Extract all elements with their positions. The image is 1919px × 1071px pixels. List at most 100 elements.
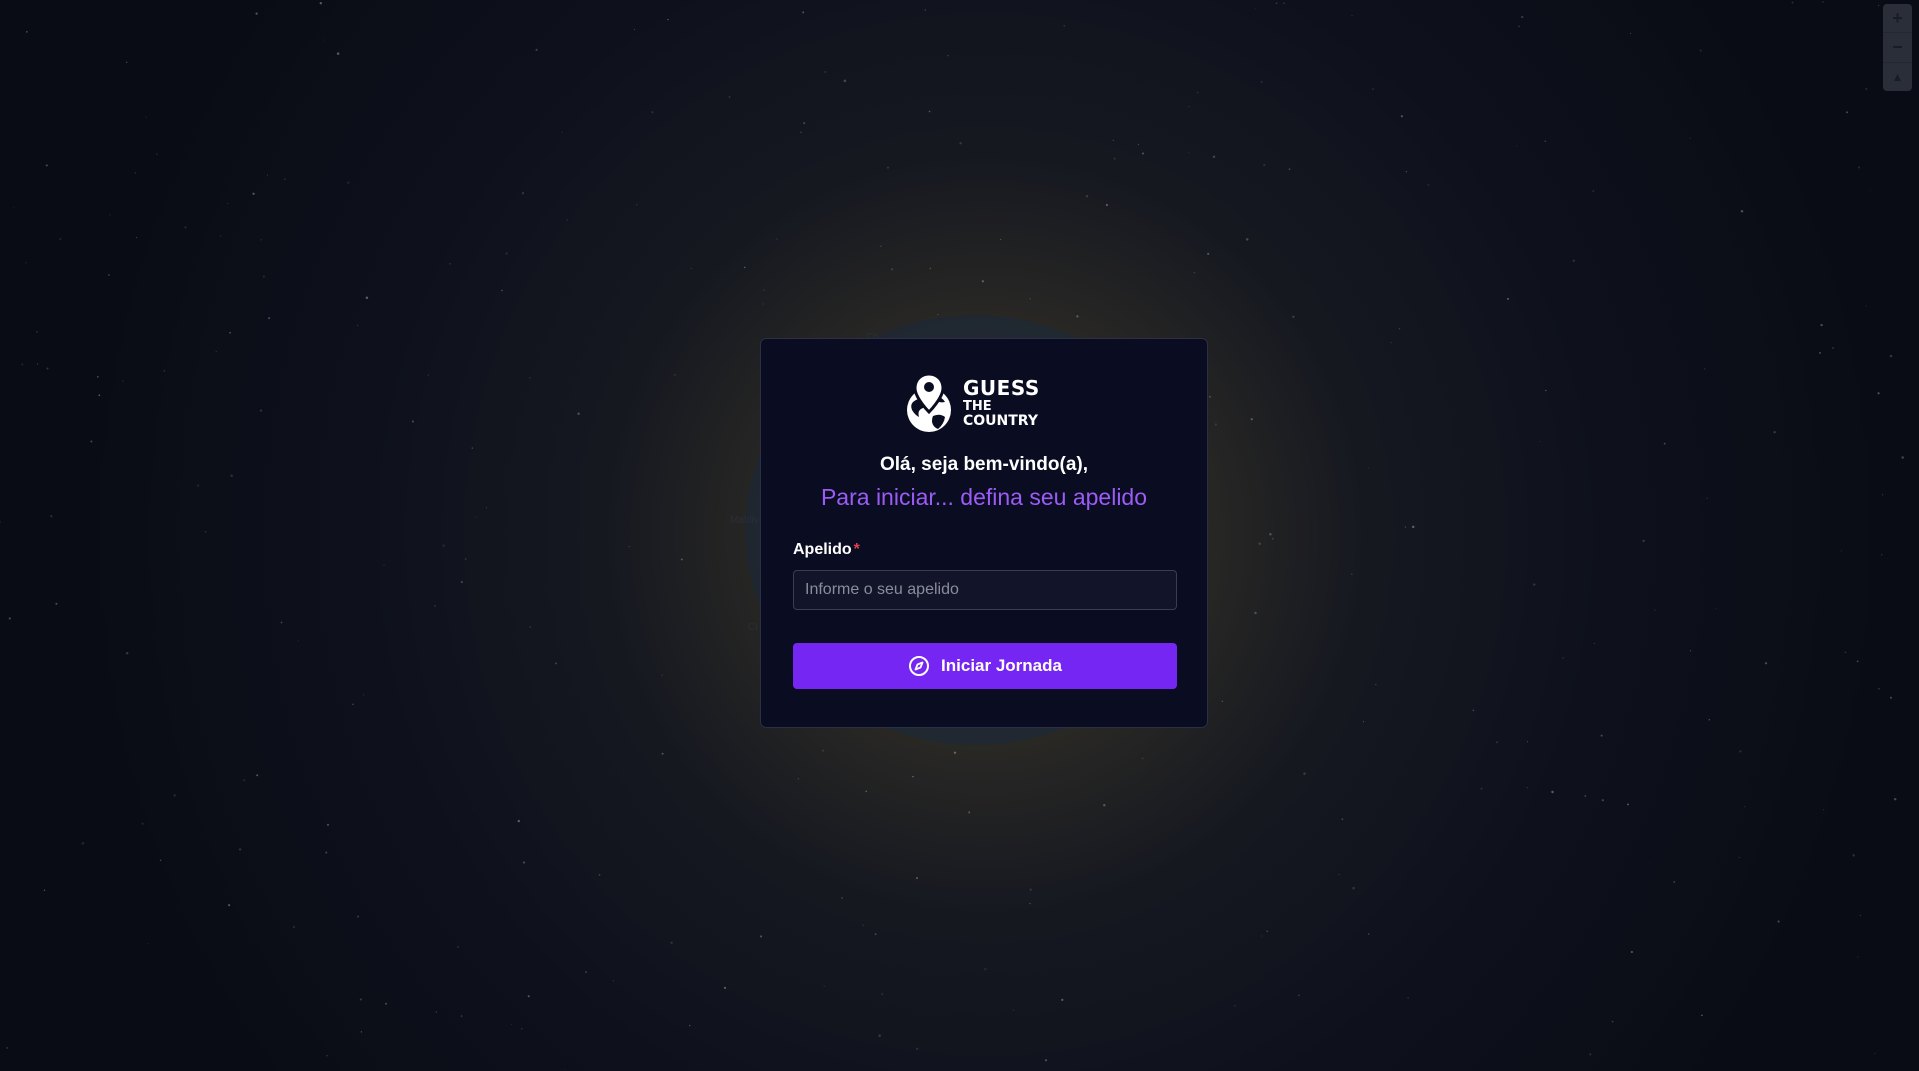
star [1261,935,1263,937]
star [912,775,914,778]
star [1820,323,1823,327]
star [890,268,894,271]
star [1338,873,1340,876]
star [256,774,259,777]
star [1878,4,1880,7]
star [862,924,865,927]
star [1738,857,1740,859]
star [6,1046,9,1049]
star [357,915,360,918]
star [260,238,262,241]
star [802,11,805,14]
star [1407,997,1409,999]
greeting-text: Olá, seja bem-vindo(a), [880,454,1088,475]
star [1390,342,1392,344]
star [471,447,474,449]
star [464,558,467,560]
star [108,274,110,276]
start-journey-button[interactable]: Iniciar Jornada [793,643,1177,689]
reset-north-button[interactable]: ▲ [1883,63,1912,91]
nickname-input[interactable] [793,570,1177,610]
star [501,289,503,292]
star [981,280,985,283]
star [1572,259,1576,262]
star [1516,145,1518,147]
star [1061,998,1064,1001]
star [434,604,436,607]
star [1893,797,1897,801]
star [561,131,563,133]
star [1351,573,1353,575]
star [196,484,200,487]
star [1539,440,1541,442]
star [25,262,27,264]
star [1398,327,1401,330]
star [529,376,531,379]
star [881,993,884,996]
star [1411,525,1415,529]
star [1708,718,1711,721]
star [953,751,957,754]
star [336,52,340,55]
star [1865,87,1868,91]
star [226,202,229,205]
star [1562,656,1564,659]
star [1298,994,1300,996]
star [1105,203,1108,207]
star [821,749,825,752]
star [359,998,362,1001]
zoom-out-button[interactable]: − [1883,33,1912,63]
map-label-maldives: Maldiv [730,515,759,526]
zoom-in-button[interactable]: + [1883,4,1912,34]
star [1103,803,1106,807]
star [1791,1,1794,4]
star [1234,1005,1236,1007]
star [1255,7,1257,9]
star [1630,950,1634,954]
nickname-label-text: Apelido [793,541,852,558]
star [1777,920,1780,923]
star [90,440,93,443]
required-marker: * [853,541,860,558]
star [43,889,46,891]
map-zoom-controls: + − ▲ [1883,4,1912,91]
star [1629,32,1632,34]
star [1701,1014,1703,1017]
star [230,474,233,478]
map-background[interactable]: Maldiv Ch Ci + − ▲ GUESS THE COUNTRY Olá… [0,0,1919,1071]
app-logo: GUESS THE COUNTRY [903,372,1040,434]
star [929,267,932,270]
star [1263,164,1266,167]
star [1112,139,1115,142]
star [427,374,430,376]
star [325,851,328,854]
star [1865,305,1867,307]
star [1221,700,1223,703]
star [1137,143,1140,146]
star [1212,155,1216,159]
star [1593,642,1595,644]
star [661,752,664,755]
star [636,204,638,206]
star [520,1027,523,1030]
star [690,267,693,270]
star [1852,854,1855,857]
logo-line-2: THE [963,398,992,414]
star [1545,389,1547,392]
star [1764,662,1768,665]
star [1878,687,1880,690]
star [1715,608,1717,610]
star [1739,750,1742,753]
star [126,652,129,655]
star [800,131,802,134]
star [521,192,525,195]
star [959,141,962,145]
star [280,621,283,624]
star [293,926,295,928]
star [352,703,354,705]
star [55,602,58,605]
star [1740,210,1744,213]
star [229,331,231,334]
star [1744,806,1746,808]
star [1857,956,1859,958]
